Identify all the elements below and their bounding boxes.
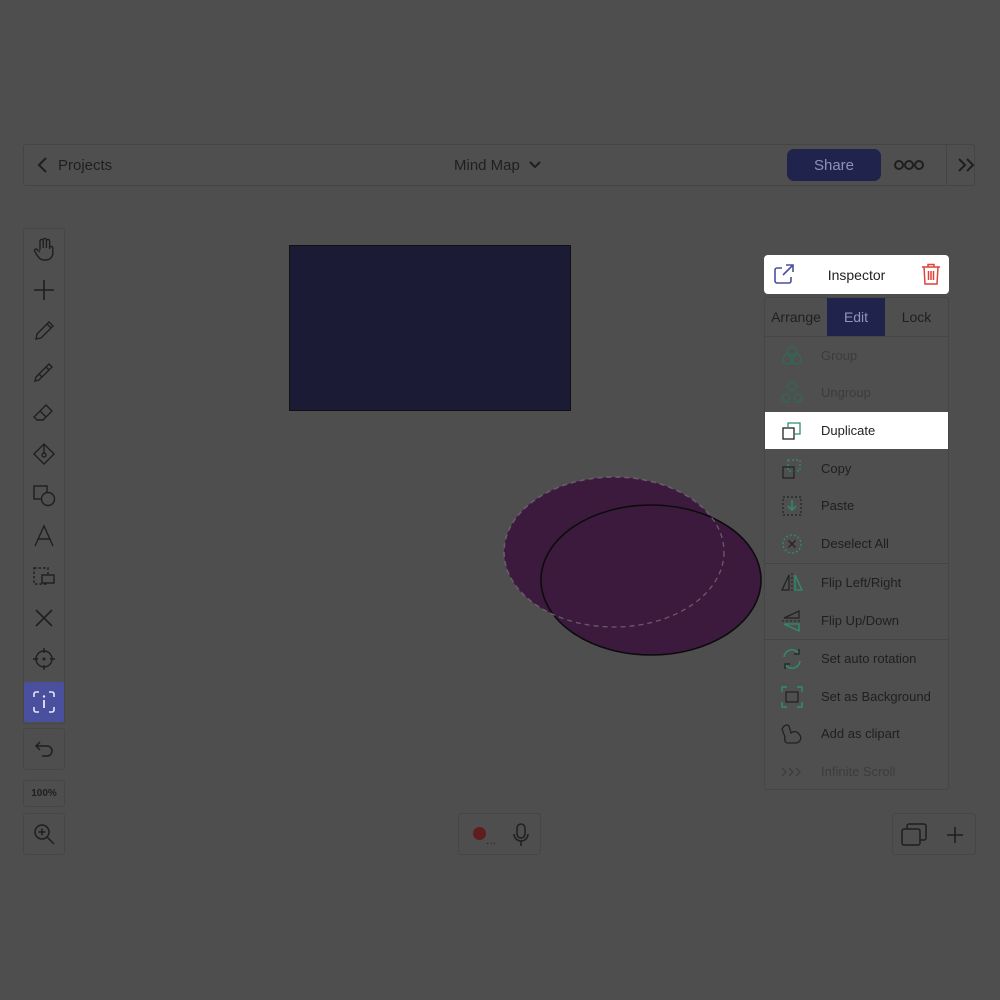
duplicated-ellipse[interactable] [540,504,762,656]
menu-item-label: Set as Background [821,689,931,704]
inspector-panel: Arrange Edit Lock Group Ungroup Duplicat… [764,297,949,790]
select-box-icon [33,567,55,585]
close-tool[interactable] [24,598,64,638]
eraser-icon [33,404,53,421]
background-icon [781,686,803,708]
share-button[interactable]: Share [787,149,881,181]
document-title-dropdown[interactable]: Mind Map [454,145,542,185]
more-dots-icon [894,160,924,170]
fill-icon [33,443,55,465]
rotation-icon [783,649,801,669]
copy-icon [782,459,801,479]
text-icon [34,524,54,547]
zoom-level-indicator[interactable]: 100% [23,780,65,807]
pages-icon[interactable] [899,821,929,849]
double-chevron-right-icon [958,158,975,172]
tab-arrange[interactable]: Arrange [765,298,827,336]
menu-item-label: Duplicate [821,423,876,438]
chevrons-right-icon [781,767,801,777]
chevron-left-icon [37,157,47,173]
back-to-projects-button[interactable]: Projects [36,145,112,185]
paste-icon [782,496,802,516]
menu-item-label: Set auto rotation [821,651,917,666]
eraser-tool[interactable] [24,393,64,433]
group-icon [782,346,802,365]
menu-item-label: Flip Up/Down [821,613,900,628]
marker-icon [34,363,53,382]
menu-item-label: Group [821,348,858,363]
chevron-down-icon [529,161,541,169]
collapse-panel-button[interactable] [956,145,976,185]
menu-item-label: Ungroup [821,385,871,400]
canvas-rectangle[interactable] [289,245,571,411]
hand-tool[interactable] [24,229,64,269]
microphone-icon[interactable] [511,822,531,848]
record-button[interactable] [473,827,486,840]
clipart-icon [781,724,802,744]
flip-vertical-icon [782,609,802,633]
menu-item-infinite-scroll[interactable]: Infinite Scroll [765,753,948,790]
menu-item-paste[interactable]: Paste [765,487,948,524]
inspector-tabs: Arrange Edit Lock [765,298,948,337]
menu-item-flip-left-right[interactable]: Flip Left/Right [765,564,948,601]
undo-button[interactable] [23,728,65,770]
zoom-in-button[interactable] [23,813,65,855]
record-options-dots-icon[interactable]: ··· [486,838,496,849]
duplicate-icon [782,422,801,440]
top-bar: Projects Mind Map Share [23,144,975,186]
fill-tool[interactable] [24,434,64,474]
menu-item-label: Infinite Scroll [821,764,896,779]
menu-item-duplicate[interactable]: Duplicate [765,412,948,449]
shapes-tool[interactable] [24,475,64,515]
back-label: Projects [58,156,113,174]
add-tool[interactable] [24,270,64,310]
tab-edit[interactable]: Edit [827,298,885,336]
menu-item-group[interactable]: Group [765,337,948,374]
zoom-in-icon [34,824,55,845]
menu-item-set-as-background[interactable]: Set as Background [765,678,948,715]
menu-item-set-auto-rotation[interactable]: Set auto rotation [765,640,948,677]
menu-item-copy[interactable]: Copy [765,450,948,487]
shapes-icon [33,485,56,507]
canvas-ellipses [503,476,762,656]
audio-record-controls: ··· [458,813,541,855]
inspector-select-tool[interactable] [24,682,64,722]
close-icon [35,609,53,627]
menu-item-ungroup[interactable]: Ungroup [765,374,948,411]
pencil-tool[interactable] [24,311,64,351]
more-options-button[interactable] [894,145,924,185]
menu-item-deselect-all[interactable]: Deselect All [765,525,948,562]
deselect-icon [782,534,802,554]
tools-sidebar [23,228,65,724]
trash-icon[interactable] [920,262,942,286]
add-page-plus-icon[interactable] [945,825,965,845]
menu-item-flip-up-down[interactable]: Flip Up/Down [765,602,948,639]
ungroup-icon [781,381,803,403]
tab-lock[interactable]: Lock [885,298,948,336]
menu-item-add-as-clipart[interactable]: Add as clipart [765,715,948,752]
pencil-icon [35,321,54,340]
inspector-select-icon [33,691,55,713]
flip-horizontal-icon [780,573,804,593]
hand-icon [33,237,54,261]
target-tool[interactable] [24,639,64,679]
document-title: Mind Map [454,156,520,174]
menu-item-label: Deselect All [821,536,889,551]
text-tool[interactable] [24,516,64,556]
undo-icon [34,741,53,757]
inspector-header: Inspector [764,255,949,294]
select-box-tool[interactable] [24,557,64,597]
plus-icon [34,280,54,300]
menu-item-label: Paste [821,498,855,513]
menu-item-label: Flip Left/Right [821,575,902,590]
target-icon [33,648,55,670]
menu-item-label: Copy [821,461,852,476]
topbar-divider [946,145,947,185]
pages-controls [892,813,976,855]
marker-tool[interactable] [24,352,64,392]
menu-item-label: Add as clipart [821,726,900,741]
